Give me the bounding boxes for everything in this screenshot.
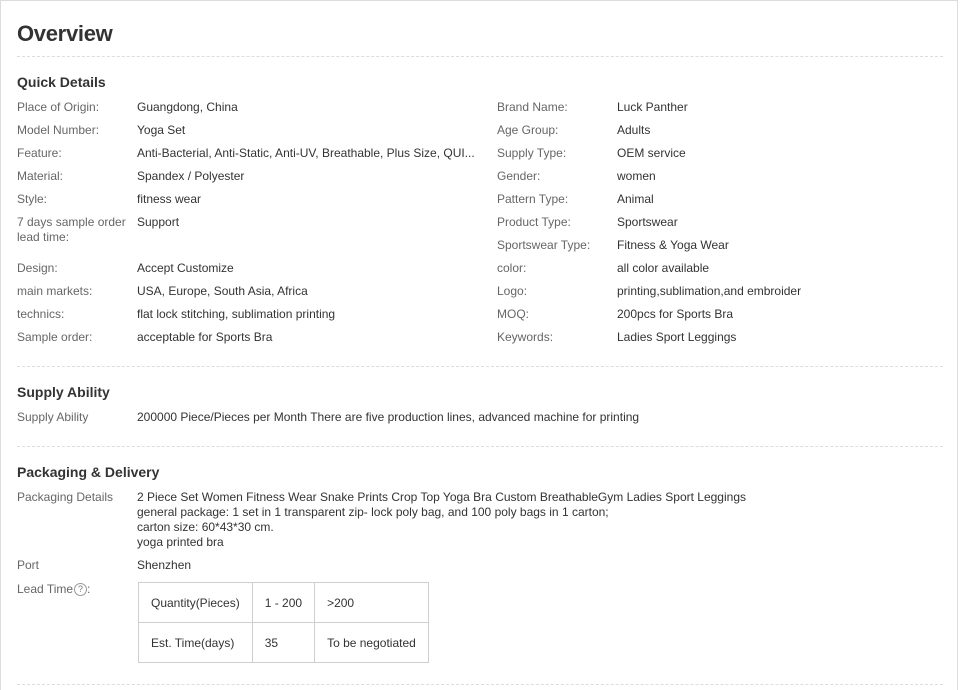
detail-value: printing,sublimation,and embroider — [617, 284, 802, 298]
packaging-line: carton size: 60*43*30 cm. — [137, 520, 274, 534]
detail-label: Product Type: — [497, 215, 571, 229]
detail-value: women — [617, 169, 656, 183]
port-label: Port — [17, 558, 40, 572]
lead-time-label: Lead Time?: — [17, 582, 135, 597]
table-cell: 1 - 200 — [251, 582, 316, 623]
table-cell: To be negotiated — [314, 622, 429, 663]
supply-ability-heading: Supply Ability — [17, 384, 110, 400]
detail-label: Supply Type: — [497, 146, 567, 160]
detail-label: Model Number: — [17, 123, 100, 137]
table-cell: >200 — [314, 582, 429, 623]
packaging-line: yoga printed bra — [137, 535, 224, 549]
table-row: Quantity(Pieces) 1 - 200 >200 — [138, 582, 429, 623]
detail-value: OEM service — [617, 146, 686, 160]
packaging-line: general package: 1 set in 1 transparent … — [137, 505, 609, 519]
detail-label: Material: — [17, 169, 64, 183]
detail-label: Pattern Type: — [497, 192, 569, 206]
port-value: Shenzhen — [137, 558, 192, 572]
detail-label: Sample order: — [17, 330, 93, 344]
page-title: Overview — [17, 21, 113, 46]
detail-label: Design: — [17, 261, 58, 275]
divider — [17, 56, 943, 57]
detail-value: Sportswear — [617, 215, 678, 229]
table-cell: 35 — [251, 622, 316, 663]
divider — [17, 446, 943, 447]
overview-panel: Overview Quick Details Place of Origin: … — [0, 0, 958, 690]
lead-time-table: Quantity(Pieces) 1 - 200 >200 Est. Time(… — [138, 582, 429, 663]
table-row: Est. Time(days) 35 To be negotiated — [138, 622, 429, 663]
table-cell: Est. Time(days) — [138, 622, 253, 663]
quick-details-heading: Quick Details — [17, 74, 106, 90]
detail-label: Logo: — [497, 284, 528, 298]
detail-label: Gender: — [497, 169, 541, 183]
detail-value: flat lock stitching, sublimation printin… — [137, 307, 336, 321]
detail-label: main markets: — [17, 284, 93, 298]
detail-value: 200pcs for Sports Bra — [617, 307, 734, 321]
detail-label: Keywords: — [497, 330, 554, 344]
detail-value: Anti-Bacterial, Anti-Static, Anti-UV, Br… — [137, 146, 475, 160]
detail-value: Accept Customize — [137, 261, 234, 275]
detail-label: color: — [497, 261, 527, 275]
packaging-delivery-heading: Packaging & Delivery — [17, 464, 160, 480]
detail-label: Age Group: — [497, 123, 559, 137]
detail-value: Fitness & Yoga Wear — [617, 238, 729, 252]
detail-label: MOQ: — [497, 307, 529, 321]
lead-time-label-text: Lead Time — [17, 582, 74, 596]
detail-value: fitness wear — [137, 192, 202, 206]
detail-label: Feature: — [17, 146, 62, 160]
lead-time-colon: : — [87, 582, 91, 596]
detail-label: Place of Origin: — [17, 100, 100, 114]
supply-value: 200000 Piece/Pieces per Month There are … — [137, 410, 640, 424]
detail-value: Yoga Set — [137, 123, 186, 137]
detail-value: Adults — [617, 123, 651, 137]
detail-value: USA, Europe, South Asia, Africa — [137, 284, 308, 298]
detail-value: all color available — [617, 261, 710, 275]
packaging-line: 2 Piece Set Women Fitness Wear Snake Pri… — [137, 490, 746, 504]
packaging-details-value: 2 Piece Set Women Fitness Wear Snake Pri… — [137, 490, 746, 550]
detail-value: Guangdong, China — [137, 100, 238, 114]
divider — [17, 366, 943, 367]
detail-value: Luck Panther — [617, 100, 688, 114]
detail-label: Brand Name: — [497, 100, 568, 114]
detail-value: Animal — [617, 192, 654, 206]
divider — [17, 684, 943, 685]
detail-value: Ladies Sport Leggings — [617, 330, 737, 344]
detail-label: 7 days sample order lead time: — [17, 215, 126, 244]
help-icon[interactable]: ? — [74, 583, 88, 597]
detail-label: Style: — [17, 192, 48, 206]
detail-value: Support — [137, 215, 180, 229]
detail-label: Sportswear Type: — [497, 238, 591, 252]
packaging-details-label: Packaging Details — [17, 490, 114, 504]
table-cell: Quantity(Pieces) — [138, 582, 253, 623]
detail-value: Spandex / Polyester — [137, 169, 245, 183]
supply-label: Supply Ability — [17, 410, 89, 424]
detail-label: technics: — [17, 307, 65, 321]
detail-value: acceptable for Sports Bra — [137, 330, 273, 344]
